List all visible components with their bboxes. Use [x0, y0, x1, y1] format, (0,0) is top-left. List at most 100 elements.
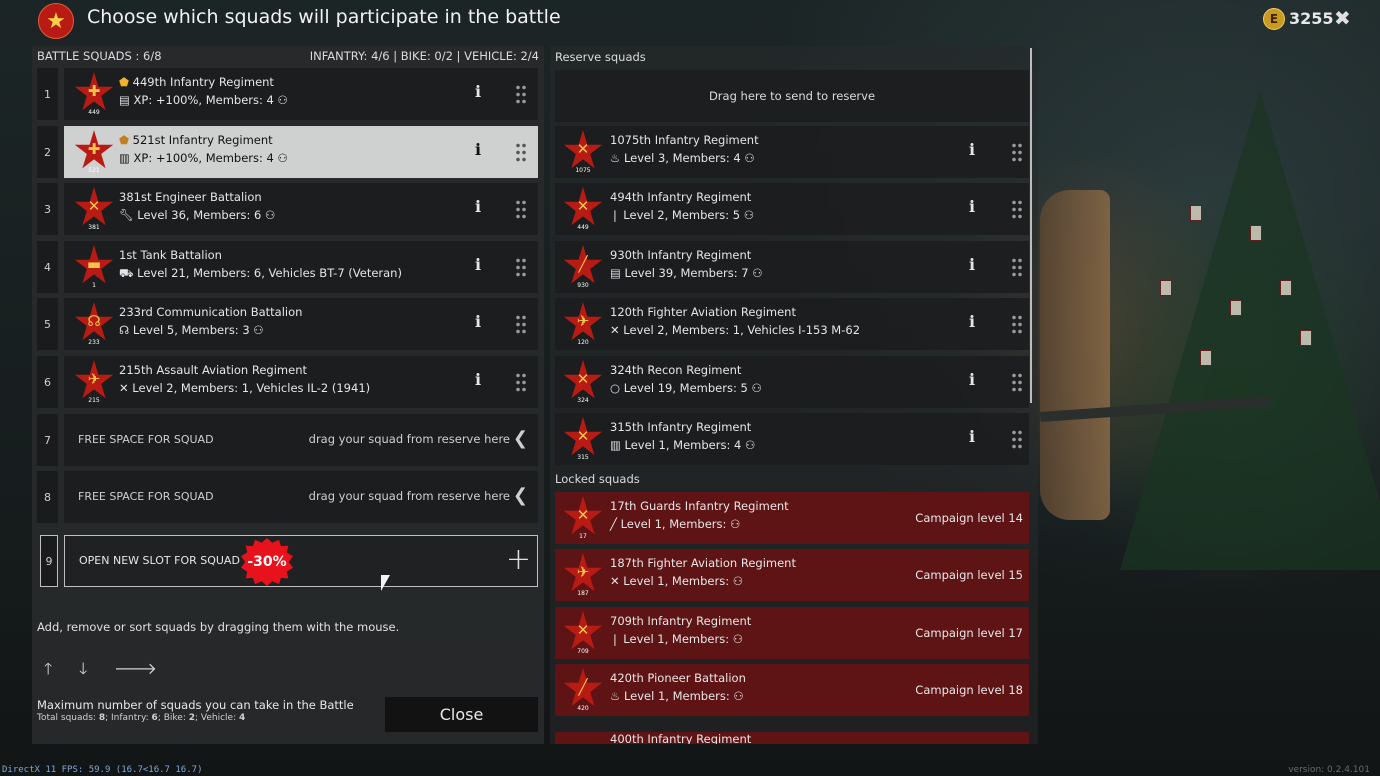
squad-name: 1075th Infantry Regiment [610, 133, 759, 147]
arrow-up-icon[interactable]: 🡑 [44, 658, 79, 685]
locked-squad-card[interactable]: ✕ 709 709th Infantry Regiment ❘ Level 1, … [555, 607, 1029, 659]
squad-card[interactable]: ☊ 233 233rd Communication Battalion ☊ Lev… [64, 298, 538, 350]
free-slot-label: FREE SPACE FOR SQUAD [78, 433, 214, 446]
drag-handle-icon[interactable] [1011, 142, 1023, 162]
squad-emblem-icon: ✕ 381 [74, 187, 114, 231]
squad-emblem-icon: ✕ 449 [563, 187, 603, 231]
drag-handle-icon[interactable] [1011, 257, 1023, 277]
locked-squad-card-partial: 400th Infantry Regiment [555, 732, 1029, 744]
squad-emblem-icon: ✕ 315 [563, 417, 603, 461]
max-squads-details: Total squads: 8; Infantry: 6; Bike: 2; V… [37, 713, 246, 723]
info-icon[interactable]: i [969, 312, 975, 331]
members-icon: ⚇ [747, 381, 762, 395]
locked-squad-card[interactable]: ✈ 187 187th Fighter Aviation Regiment ✕ L… [555, 549, 1029, 601]
squad-details: ❘ Level 2, Members: 5 ⚇ [610, 208, 755, 222]
squad-card[interactable]: ✈ 215 215th Assault Aviation Regiment ✕ L… [64, 356, 538, 408]
drag-handle-icon[interactable] [1011, 429, 1023, 449]
reserve-squad-card[interactable]: ╱ 930 930th Infantry Regiment ▤ Level 39,… [555, 241, 1029, 293]
drag-handle-icon[interactable] [515, 372, 527, 392]
tree-ornament [1280, 280, 1292, 296]
infantry-icon: ▥ [119, 151, 130, 165]
squad-details: ○ Level 19, Members: 5 ⚇ [610, 381, 762, 395]
locked-squad-card[interactable]: ╱ 420 420th Pioneer Battalion ♨ Level 1, … [555, 664, 1029, 716]
info-icon[interactable]: i [475, 140, 481, 159]
gold-balance: 3255 [1289, 9, 1334, 28]
slot-number: 3 [37, 183, 58, 235]
squad-card-selected[interactable]: ✚ 521 ⬟ 521st Infantry Regiment ▥ XP: +10… [64, 126, 538, 178]
squad-card[interactable]: ▬ 1 1st Tank Battalion ⛟ Level 21, Member… [64, 241, 538, 293]
reserve-squad-card[interactable]: ✕ 324 324th Recon Regiment ○ Level 19, Me… [555, 356, 1029, 408]
squad-details: ☊ Level 5, Members: 3 ⚇ [119, 323, 264, 337]
reserve-squad-card[interactable]: ✕ 1075 1075th Infantry Regiment ♨ Level 3… [555, 126, 1029, 178]
squad-details: ▤ Level 39, Members: 7 ⚇ [610, 266, 763, 280]
drag-handle-icon[interactable] [1011, 199, 1023, 219]
locked-squad-card[interactable]: ✕ 17 17th Guards Infantry Regiment ╱ Leve… [555, 492, 1029, 544]
info-icon[interactable]: i [475, 370, 481, 389]
reserve-squad-card[interactable]: ✈ 120 120th Fighter Aviation Regiment ✕ L… [555, 298, 1029, 350]
soviet-star-logo-icon: ★ [38, 3, 74, 39]
premium-badge-icon: ⬟ [119, 75, 129, 89]
squad-emblem-icon: ✕ 1075 [563, 130, 603, 174]
mouse-cursor-icon [381, 575, 390, 591]
slot-number: 1 [37, 68, 58, 120]
unlock-level: Campaign level 15 [915, 568, 1023, 582]
battle-slot: 5 ☊ 233 233rd Communication Battalion ☊ L… [37, 298, 539, 350]
info-icon[interactable]: i [969, 197, 975, 216]
drag-handle-icon[interactable] [1011, 372, 1023, 392]
drag-handle-icon[interactable] [515, 142, 527, 162]
drag-handle-icon[interactable] [515, 84, 527, 104]
info-icon[interactable]: i [969, 370, 975, 389]
reserve-squad-card[interactable]: ✕ 315 315th Infantry Regiment ▥ Level 1, … [555, 413, 1029, 465]
slot-number: 7 [37, 414, 58, 466]
premium-badge-icon: ⬟ [119, 133, 129, 147]
squad-card[interactable]: ✚ 449 ⬟ 449th Infantry Regiment ▤ XP: +10… [64, 68, 538, 120]
info-icon[interactable]: i [475, 255, 481, 274]
squad-name: 1st Tank Battalion [119, 248, 222, 262]
close-button[interactable]: Close [385, 697, 538, 732]
info-icon[interactable]: i [475, 312, 481, 331]
info-icon[interactable]: i [475, 197, 481, 216]
drag-handle-icon[interactable] [515, 199, 527, 219]
free-slot-card[interactable]: FREE SPACE FOR SQUAD drag your squad fro… [64, 414, 538, 466]
squad-name: 930th Infantry Regiment [610, 248, 752, 262]
arrow-right-icon[interactable]: 🡒 [114, 658, 157, 678]
info-icon[interactable]: i [969, 255, 975, 274]
arrow-down-icon[interactable]: 🡓 [79, 658, 114, 685]
info-icon[interactable]: i [969, 427, 975, 446]
members-icon: ⚇ [273, 151, 288, 165]
plus-icon: + [505, 542, 531, 577]
members-icon: ⚇ [261, 208, 276, 222]
members-icon: ⚇ [741, 438, 756, 452]
squad-card[interactable]: ✕ 381 381st Engineer Battalion 🔧︎ Level 3… [64, 183, 538, 235]
drag-handle-icon[interactable] [515, 314, 527, 334]
rifle-icon: ╱ [610, 517, 617, 531]
max-squads-title: Maximum number of squads you can take in… [37, 698, 354, 712]
info-icon[interactable]: i [475, 82, 481, 101]
squad-name: 709th Infantry Regiment [610, 614, 752, 628]
squad-details: ⛟ Level 21, Members: 6, Vehicles BT-7 (V… [119, 266, 402, 280]
battle-squads-header: BATTLE SQUADS : 6/8 INFANTRY: 4/6 | BIKE… [37, 49, 539, 65]
reserve-squad-card[interactable]: ✕ 449 494th Infantry Regiment ❘ Level 2, … [555, 183, 1029, 235]
drag-handle-icon[interactable] [515, 257, 527, 277]
members-icon: ⚇ [249, 323, 264, 337]
drag-handle-icon[interactable] [1011, 314, 1023, 334]
squad-details: ✕ Level 2, Members: 1, Vehicles IL-2 (19… [119, 381, 371, 395]
battle-slot: 1 ✚ 449 ⬟ 449th Infantry Regiment ▤ XP: +… [37, 68, 539, 120]
battle-squads-title: BATTLE SQUADS : 6/8 [37, 49, 162, 63]
battle-slot: 3 ✕ 381 381st Engineer Battalion 🔧︎ Level… [37, 183, 539, 235]
squad-name: 400th Infantry Regiment [610, 732, 752, 744]
slot-number: 6 [37, 356, 58, 408]
info-icon[interactable]: i [969, 140, 975, 159]
gold-coin-icon: E [1263, 8, 1285, 30]
free-slot-card[interactable]: FREE SPACE FOR SQUAD drag your squad fro… [64, 471, 538, 523]
squad-details: ▤ XP: +100%, Members: 4 ⚇ [119, 93, 288, 107]
plane-icon: ✕ [610, 323, 620, 337]
open-new-slot-button[interactable]: OPEN NEW SLOT FOR SQUAD -30% + [64, 535, 538, 587]
locked-squads-title: Locked squads [555, 472, 640, 486]
reserve-drop-zone[interactable]: Drag here to send to reserve [555, 70, 1029, 122]
reserve-scrollbar[interactable] [1030, 48, 1032, 403]
squad-emblem-icon: ✕ 17 [563, 496, 603, 540]
close-icon[interactable]: ✖ [1334, 6, 1351, 30]
chevron-left-icon: ❮ [512, 428, 528, 449]
tree-ornament [1200, 350, 1212, 366]
